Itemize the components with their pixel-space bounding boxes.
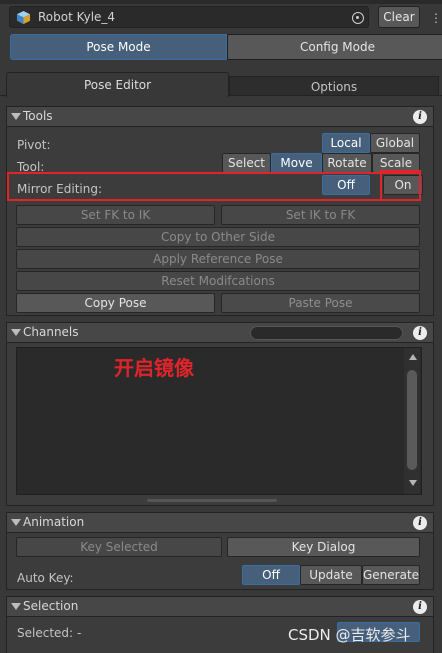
apply-reference-pose-button[interactable]: Apply Reference Pose <box>16 249 420 269</box>
pivot-local-button[interactable]: Local <box>322 133 370 153</box>
channels-header[interactable]: Channels i <box>7 323 433 343</box>
auto-key-label: Auto Key: <box>17 571 74 585</box>
tab-options[interactable]: Options <box>229 76 439 96</box>
object-bar: Robot Kyle_4 Clear ⋮ <box>0 4 442 30</box>
animation-title: Animation <box>23 515 85 529</box>
auto-key-update-button[interactable]: Update <box>300 565 362 585</box>
tab-pose-editor[interactable]: Pose Editor <box>6 72 229 97</box>
set-fk-to-ik-button[interactable]: Set FK to IK <box>16 205 215 225</box>
more-menu-icon[interactable]: ⋮ <box>430 10 442 26</box>
pose-mode-button[interactable]: Pose Mode <box>10 34 227 60</box>
watermark: CSDN @吉软参斗 <box>288 626 411 644</box>
animation-panel: Animation i Key Selected Key Dialog Auto… <box>6 512 434 590</box>
selection-title: Selection <box>23 599 79 613</box>
selected-value: - <box>77 626 82 640</box>
key-dialog-button[interactable]: Key Dialog <box>227 537 420 557</box>
pivot-global-button[interactable]: Global <box>370 133 420 153</box>
set-ik-to-fk-button[interactable]: Set IK to FK <box>221 205 420 225</box>
fold-arrow-icon[interactable] <box>11 519 21 526</box>
channels-title: Channels <box>23 325 79 339</box>
key-selected-button[interactable]: Key Selected <box>16 537 222 557</box>
tool-move-button[interactable]: Move <box>271 153 322 173</box>
object-picker-icon[interactable] <box>352 12 364 24</box>
editor-tabs: Options Pose Editor <box>0 70 442 97</box>
info-icon[interactable]: i <box>413 516 427 530</box>
copy-pose-button[interactable]: Copy Pose <box>16 293 215 313</box>
auto-key-generate-button[interactable]: Generate <box>362 565 420 585</box>
scroll-down-icon[interactable] <box>409 480 417 486</box>
paste-pose-button[interactable]: Paste Pose <box>221 293 420 313</box>
object-field[interactable]: Robot Kyle_4 <box>9 6 369 28</box>
resize-handle[interactable] <box>147 499 277 502</box>
info-icon[interactable]: i <box>413 110 427 124</box>
mirror-highlight-box <box>7 172 421 201</box>
copy-to-other-side-button[interactable]: Copy to Other Side <box>16 227 420 247</box>
selection-header[interactable]: Selection i <box>7 597 433 617</box>
on-highlight-box <box>380 170 421 201</box>
clear-button[interactable]: Clear <box>378 6 420 28</box>
object-name: Robot Kyle_4 <box>38 10 116 24</box>
reset-modifications-button[interactable]: Reset Modifcations <box>16 271 420 291</box>
scroll-up-icon[interactable] <box>409 354 417 360</box>
info-icon[interactable]: i <box>413 600 427 614</box>
config-mode-button[interactable]: Config Mode <box>227 34 442 60</box>
animation-header[interactable]: Animation i <box>7 513 433 533</box>
channels-list[interactable] <box>16 347 422 495</box>
fold-arrow-icon[interactable] <box>11 603 21 610</box>
fold-arrow-icon[interactable] <box>11 329 21 336</box>
auto-key-off-button[interactable]: Off <box>242 565 300 585</box>
tools-header[interactable]: Tools i <box>7 107 433 127</box>
fold-arrow-icon[interactable] <box>11 113 21 120</box>
tools-title: Tools <box>23 109 53 123</box>
selected-label: Selected: <box>17 626 74 640</box>
tool-rotate-button[interactable]: Rotate <box>322 153 372 173</box>
channels-vscrollbar[interactable] <box>404 348 420 494</box>
mirror-annotation: 开启镜像 <box>114 356 194 380</box>
tools-panel: Tools i Pivot: Local Global Tool: Select… <box>6 106 434 316</box>
channels-panel: Channels i <box>6 322 434 506</box>
info-icon[interactable]: i <box>413 326 427 340</box>
scroll-thumb[interactable] <box>407 370 417 470</box>
channels-search-input[interactable] <box>250 326 403 340</box>
prefab-cube-icon <box>16 10 31 25</box>
pivot-label: Pivot: <box>17 138 51 152</box>
tool-select-button[interactable]: Select <box>222 153 271 173</box>
